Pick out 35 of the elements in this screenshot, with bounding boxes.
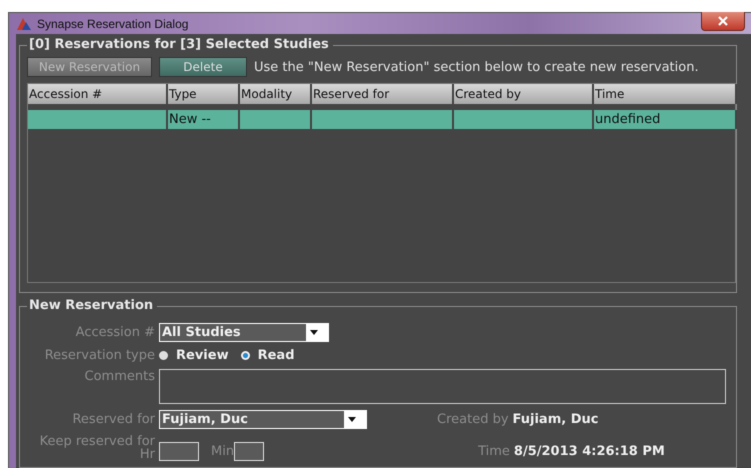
column-header[interactable]: Modality bbox=[240, 84, 312, 104]
field-label: Created by bbox=[437, 412, 509, 427]
column-header[interactable]: Time bbox=[594, 84, 737, 104]
close-button[interactable] bbox=[701, 12, 745, 31]
radio-button[interactable] bbox=[159, 351, 168, 360]
reserved-for-dropdown[interactable]: Fujiam, Duc bbox=[159, 410, 367, 429]
app-logo-icon bbox=[16, 16, 32, 30]
close-icon bbox=[718, 16, 728, 26]
created-by-value: Fujiam, Duc bbox=[512, 412, 598, 427]
column-header[interactable]: Type bbox=[168, 84, 240, 104]
field-label: Reserved for bbox=[71, 412, 155, 427]
section-title: [0] Reservations for [3] Selected Studies bbox=[27, 36, 333, 53]
window-title: Synapse Reservation Dialog bbox=[37, 16, 188, 30]
field-label: Min bbox=[211, 444, 234, 459]
accession-dropdown[interactable]: All Studies bbox=[159, 323, 329, 342]
radio-label: Read bbox=[258, 348, 294, 363]
column-header[interactable]: Accession # bbox=[28, 84, 168, 104]
field-label: Comments bbox=[84, 369, 155, 384]
field-label: Keep reserved for Hr bbox=[38, 435, 155, 461]
hint-text: Use the "New Reservation" section below to create new reservation. bbox=[254, 60, 699, 74]
time-value: 8/5/2013 4:26:18 PM bbox=[514, 444, 665, 459]
field-label: Reservation type bbox=[44, 348, 155, 363]
table-cell: New -- bbox=[168, 110, 240, 129]
field-label: Time bbox=[478, 444, 510, 459]
column-header[interactable]: Created by bbox=[454, 84, 594, 104]
radio-label: Review bbox=[176, 348, 229, 363]
radio-button[interactable] bbox=[240, 351, 250, 360]
caret-icon bbox=[348, 417, 356, 422]
column-header[interactable]: Reserved for bbox=[312, 84, 454, 104]
caret-icon bbox=[310, 330, 318, 335]
minutes-field[interactable] bbox=[234, 442, 264, 461]
hours-field[interactable] bbox=[159, 442, 199, 461]
comments-field[interactable] bbox=[159, 369, 726, 404]
field-label: Accession # bbox=[74, 325, 155, 340]
table-cell: undefined bbox=[594, 110, 737, 129]
